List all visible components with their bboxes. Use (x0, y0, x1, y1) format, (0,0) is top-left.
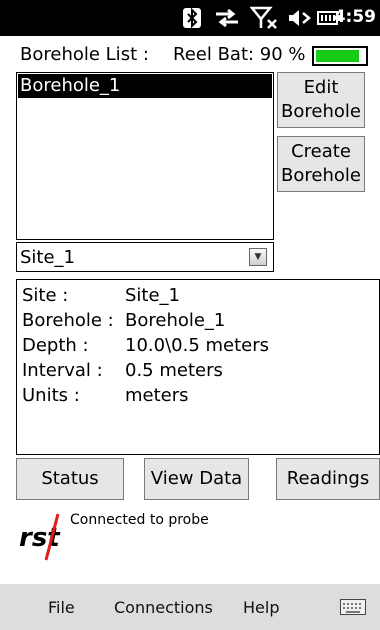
borehole-listbox[interactable]: Borehole_1 (16, 72, 274, 240)
list-item[interactable]: Borehole_1 (18, 74, 272, 98)
data-sync-icon[interactable] (214, 6, 240, 30)
rst-logo: rst (18, 508, 70, 564)
create-borehole-button[interactable]: Create Borehole (277, 136, 365, 192)
borehole-details-panel: Site : Site_1 Borehole : Borehole_1 Dept… (16, 279, 380, 455)
edit-borehole-button[interactable]: Edit Borehole (277, 72, 365, 128)
detail-value: 0.5 meters (125, 360, 223, 381)
reel-battery-fill (316, 50, 360, 62)
bottom-menu-bar: File Connections Help (0, 584, 380, 630)
detail-label: Site : (22, 285, 69, 306)
site-dropdown[interactable]: Site_1 ▼ (16, 242, 274, 272)
view-data-button[interactable]: View Data (144, 458, 249, 500)
status-button[interactable]: Status (16, 458, 124, 500)
detail-value: 10.0\0.5 meters (125, 335, 270, 356)
detail-label: Interval : (22, 360, 103, 381)
reel-battery-gauge (312, 46, 368, 66)
menu-file[interactable]: File (48, 598, 75, 617)
no-signal-icon[interactable] (250, 6, 278, 30)
keyboard-icon[interactable] (340, 599, 366, 615)
reel-battery-label: Reel Bat: 90 % (173, 44, 306, 65)
chevron-down-icon[interactable]: ▼ (249, 248, 267, 266)
borehole-list-label: Borehole List : (20, 44, 149, 65)
menu-help[interactable]: Help (243, 598, 279, 617)
site-dropdown-value: Site_1 (20, 247, 76, 268)
connection-status-text: Connected to probe (70, 512, 209, 528)
readings-button[interactable]: Readings (276, 458, 380, 500)
clock-time: 4:59 (333, 7, 376, 27)
detail-value: Borehole_1 (125, 310, 226, 331)
detail-value: meters (125, 385, 189, 406)
bluetooth-icon[interactable] (181, 6, 203, 30)
detail-label: Borehole : (22, 310, 114, 331)
detail-label: Depth : (22, 335, 89, 356)
menu-connections[interactable]: Connections (114, 598, 213, 617)
speaker-icon[interactable] (287, 6, 313, 30)
system-status-bar: 4:59 (0, 0, 380, 36)
detail-label: Units : (22, 385, 80, 406)
detail-value: Site_1 (125, 285, 181, 306)
